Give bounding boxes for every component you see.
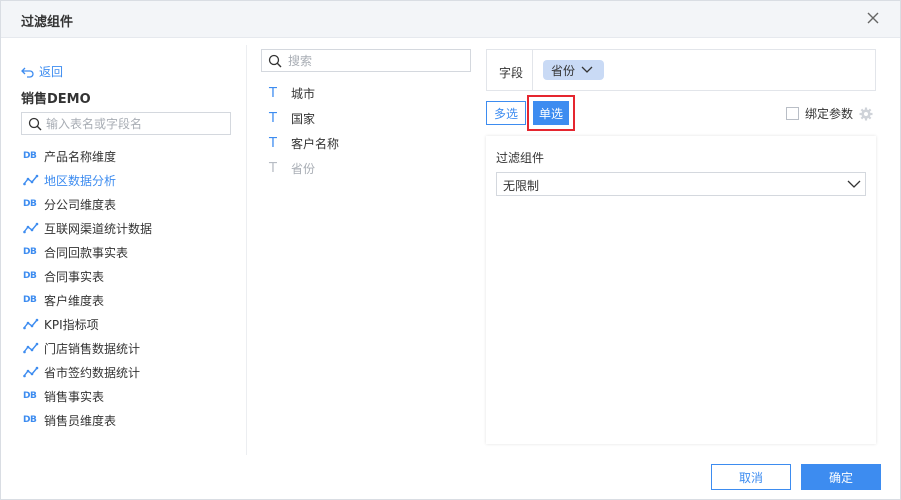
selected-field-box: 字段 省份 — [486, 49, 876, 91]
table-item-label: KPI指标项 — [44, 317, 99, 332]
table-item-label: 销售事实表 — [44, 389, 105, 404]
single-select-highlight: 单选 — [527, 95, 575, 131]
text-field-icon: T — [269, 161, 277, 176]
field-item[interactable]: T 省份 — [269, 156, 339, 181]
search-icon — [268, 54, 282, 71]
table-item[interactable]: DB 分公司维度表 — [23, 192, 233, 216]
table-item[interactable]: DB 销售事实表 — [23, 384, 233, 408]
chevron-down-icon — [847, 180, 861, 188]
table-item-label: 地区数据分析 — [44, 173, 117, 188]
bind-parameter: 绑定参数 — [786, 105, 873, 122]
table-list: DB 产品名称维度 地区数据分析 DB 分公司维度表互联网渠道统计数据 DB 合同回款事实表… — [23, 144, 233, 432]
table-item[interactable]: 地区数据分析 — [23, 168, 233, 192]
limit-select-value: 无限制 — [503, 179, 540, 193]
text-field-icon: T — [269, 86, 277, 101]
field-search-input[interactable] — [288, 53, 463, 69]
filter-component-dialog: 过滤组件 返回 销售DEMO DB 产品名称维度地区数据分析 DB 分公司维度表互联网… — [0, 0, 901, 500]
table-item-label: 销售员维度表 — [44, 413, 117, 428]
filter-settings-panel: 过滤组件 无限制 — [486, 136, 876, 444]
panel-label: 过滤组件 — [496, 151, 545, 165]
table-item-label: 门店销售数据统计 — [44, 341, 141, 356]
table-item-label: 省市签约数据统计 — [44, 365, 141, 380]
field-search-box[interactable] — [261, 49, 471, 72]
analysis-table-icon — [23, 342, 39, 354]
cancel-button[interactable]: 取消 — [711, 464, 791, 490]
table-item[interactable]: 省市签约数据统计 — [23, 360, 233, 384]
dialog-title: 过滤组件 — [21, 15, 74, 30]
back-label: 返回 — [39, 65, 64, 79]
table-item-label: 分公司维度表 — [44, 197, 117, 212]
database-table-icon: DB — [23, 247, 37, 257]
table-item[interactable]: 门店销售数据统计 — [23, 336, 233, 360]
analysis-table-icon — [23, 318, 39, 330]
multi-select-button[interactable]: 多选 — [486, 101, 526, 125]
single-select-button[interactable]: 单选 — [533, 101, 569, 125]
database-table-icon: DB — [23, 415, 37, 425]
database-table-icon: DB — [23, 199, 37, 209]
table-item-label: 合同回款事实表 — [44, 245, 129, 260]
limit-select[interactable]: 无限制 — [496, 172, 866, 196]
table-item[interactable]: KPI指标项 — [23, 312, 233, 336]
field-item-label: 客户名称 — [291, 137, 340, 151]
back-link[interactable]: 返回 — [21, 63, 63, 80]
table-item[interactable]: DB 合同事实表 — [23, 264, 233, 288]
pane-divider — [246, 45, 247, 455]
table-item-label: 合同事实表 — [44, 269, 105, 284]
table-item-label: 产品名称维度 — [44, 149, 117, 164]
analysis-table-icon — [23, 222, 39, 234]
field-box-separator — [532, 50, 533, 90]
field-item[interactable]: T 客户名称 — [269, 131, 339, 156]
search-icon — [28, 117, 42, 134]
table-item[interactable]: DB 产品名称维度 — [23, 144, 233, 168]
table-item-label: 互联网渠道统计数据 — [44, 221, 153, 236]
bind-parameter-checkbox[interactable] — [786, 107, 799, 120]
gear-icon[interactable] — [859, 107, 873, 121]
database-table-icon: DB — [23, 271, 37, 281]
table-item[interactable]: DB 合同回款事实表 — [23, 240, 233, 264]
dialog-header: 过滤组件 — [1, 1, 900, 38]
database-table-icon: DB — [23, 295, 37, 305]
analysis-table-icon — [23, 174, 39, 186]
field-tag-label: 省份 — [551, 63, 576, 78]
text-field-icon: T — [269, 136, 277, 151]
field-item-label: 城市 — [291, 87, 316, 101]
table-search-box[interactable] — [21, 112, 231, 135]
bind-parameter-label: 绑定参数 — [805, 107, 854, 121]
field-item[interactable]: T 国家 — [269, 106, 339, 131]
table-search-input[interactable] — [46, 116, 226, 132]
field-tag-province[interactable]: 省份 — [543, 60, 604, 80]
table-item-label: 客户维度表 — [44, 293, 105, 308]
back-arrow-icon — [21, 67, 34, 78]
ok-button[interactable]: 确定 — [801, 464, 881, 490]
database-table-icon: DB — [23, 151, 37, 161]
field-item-label: 国家 — [291, 112, 316, 126]
field-item-label: 省份 — [291, 162, 316, 176]
package-name: 销售DEMO — [21, 92, 91, 107]
chevron-down-icon — [581, 66, 593, 73]
field-list: T 城市 T 国家 T 客户名称 T 省份 — [269, 81, 339, 181]
table-item[interactable]: DB 销售员维度表 — [23, 408, 233, 432]
table-item[interactable]: DB 客户维度表 — [23, 288, 233, 312]
text-field-icon: T — [269, 111, 277, 126]
database-table-icon: DB — [23, 391, 37, 401]
analysis-table-icon — [23, 366, 39, 378]
close-icon[interactable] — [863, 8, 883, 28]
table-item[interactable]: 互联网渠道统计数据 — [23, 216, 233, 240]
field-label: 字段 — [499, 66, 524, 80]
field-item[interactable]: T 城市 — [269, 81, 339, 106]
